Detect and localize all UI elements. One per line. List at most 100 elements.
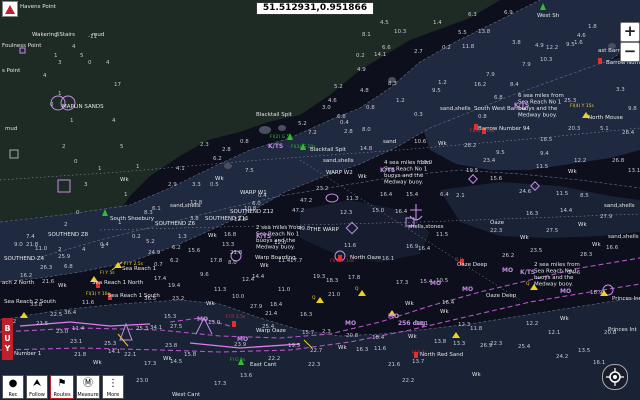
depth-sounding: 10.0 bbox=[232, 294, 245, 300]
depth-sounding: 12.2 bbox=[526, 321, 538, 327]
zoom-out-button[interactable]: − bbox=[620, 42, 640, 62]
place-label: Sea Reach 1 South bbox=[108, 293, 160, 299]
place-label: shells,stones bbox=[408, 224, 444, 230]
place-label: sand,shells bbox=[440, 106, 471, 112]
depth-sounding: 16.4 bbox=[380, 192, 393, 198]
depth-sounding: 6.8 bbox=[337, 114, 346, 120]
depth-sounding: 7.2 bbox=[308, 130, 317, 136]
depth-sounding: 1.6 bbox=[574, 40, 583, 46]
place-label: South Shoebury bbox=[110, 216, 155, 222]
depth-sounding: 11.6 bbox=[82, 300, 95, 306]
depth-sounding: 7.9 bbox=[486, 72, 495, 78]
routes-icon: ⚑ bbox=[57, 378, 67, 389]
routes-button[interactable]: ⚑ Routes bbox=[50, 375, 74, 399]
place-label: SOUTHEND Z8 bbox=[48, 232, 89, 238]
depth-sounding: 10.3 bbox=[394, 29, 407, 35]
depth-sounding: 4.5 bbox=[380, 20, 389, 26]
depth-sounding: 20.8 bbox=[346, 333, 359, 339]
depth-sounding: 4.6 bbox=[328, 98, 337, 104]
depth-sounding: 5 bbox=[80, 53, 84, 59]
depth-sounding: 13.3 bbox=[453, 341, 466, 347]
lane-label: MO bbox=[197, 316, 208, 323]
depth-sounding: 13.7 bbox=[412, 359, 425, 365]
measure-button[interactable]: Ⓜ Measure bbox=[76, 375, 100, 399]
place-label: Wk bbox=[405, 301, 414, 307]
measure-icon: Ⓜ bbox=[83, 378, 93, 389]
depth-sounding: 1 bbox=[124, 192, 128, 198]
depth-sounding: 15.0 bbox=[372, 208, 385, 214]
buy-charts-button[interactable]: B U Y bbox=[2, 318, 13, 360]
place-label: SOUTHEND Z11 bbox=[205, 216, 249, 222]
place-label: Wk bbox=[206, 301, 215, 307]
depth-sounding: 4.9 bbox=[357, 67, 366, 73]
depth-sounding: 3 bbox=[84, 182, 88, 188]
place-label: Wk bbox=[592, 242, 601, 248]
depth-sounding: 13.0 bbox=[208, 320, 221, 326]
depth-sounding: 22.2 bbox=[402, 378, 414, 384]
caution-note: Medway buoy. bbox=[384, 180, 423, 186]
depth-sounding: 1.2 bbox=[438, 80, 447, 86]
depth-sounding: 13.3 bbox=[222, 242, 235, 248]
depth-sounding: 5.2 bbox=[334, 84, 343, 90]
depth-sounding: 0.2 bbox=[442, 45, 451, 51]
depth-sounding: 0.4 bbox=[340, 120, 349, 126]
depth-sounding: 1 bbox=[136, 164, 140, 170]
depth-sounding: 11.0 bbox=[278, 287, 291, 293]
place-label: Warp Oaze bbox=[256, 328, 287, 334]
depth-sounding: 4.6 bbox=[577, 33, 586, 39]
depth-sounding: 6.8 bbox=[64, 264, 73, 270]
depth-sounding: 23.5 bbox=[530, 248, 543, 254]
depth-sounding: 16.4 bbox=[418, 246, 431, 252]
depth-sounding: 18.4 bbox=[372, 335, 385, 341]
follow-button[interactable]: ⮝ Follow bbox=[26, 375, 48, 399]
place-label: Warp Boarding bbox=[255, 255, 296, 261]
depth-sounding: 2.3 bbox=[322, 329, 331, 335]
depth-sounding: 16.6 bbox=[606, 245, 619, 251]
depth-sounding: 1.4 bbox=[433, 20, 442, 26]
depth-sounding: 19.5 bbox=[288, 343, 301, 349]
depth-sounding: 16.3 bbox=[356, 347, 369, 353]
lane-label: K/TS bbox=[514, 102, 529, 109]
depth-sounding: 27.5 bbox=[546, 228, 559, 234]
tool-label: More bbox=[106, 392, 120, 398]
depth-sounding: 17.8 bbox=[210, 258, 223, 264]
depth-sounding: 24.9 bbox=[148, 250, 161, 256]
caution-note: buoys and the bbox=[534, 275, 574, 281]
depth-sounding: 23.8 bbox=[165, 343, 178, 349]
place-label: Wk bbox=[120, 177, 129, 183]
caution-note: Sea Reach No 1 bbox=[534, 269, 577, 275]
red-buoy-icon bbox=[598, 58, 602, 64]
depth-sounding: 6.4 bbox=[440, 192, 449, 198]
depth-sounding: 0 bbox=[74, 159, 78, 165]
place-label: Wk bbox=[520, 235, 529, 241]
lane-label: MO bbox=[388, 313, 399, 320]
light-characteristic: Fl R 2.5s bbox=[226, 314, 246, 320]
depth-sounding: 16.4 bbox=[395, 209, 408, 215]
depth-sounding: 6.1 bbox=[152, 206, 161, 212]
lane-label: MO bbox=[462, 286, 473, 293]
depth-sounding: 28.3 bbox=[580, 252, 593, 258]
depth-sounding: 28.4 bbox=[622, 130, 635, 136]
depth-sounding: 21.4 bbox=[265, 311, 278, 317]
follow-icon: ⮝ bbox=[32, 378, 42, 389]
depth-sounding: 24.6 bbox=[519, 189, 532, 195]
lane-label: 256 deg bbox=[398, 320, 425, 327]
more-button[interactable]: ⋮ More bbox=[102, 375, 124, 399]
locate-me-button[interactable] bbox=[602, 364, 628, 390]
depth-sounding: 26.2 bbox=[502, 253, 514, 259]
record-button[interactable]: ● Rec bbox=[2, 375, 24, 399]
zoom-in-button[interactable]: + bbox=[620, 22, 640, 42]
place-label: SOUTHEND Z12 bbox=[230, 209, 274, 215]
depth-sounding: 11.5 bbox=[556, 191, 569, 197]
place-label: Sea Reach 1 North bbox=[92, 280, 144, 286]
depth-sounding: 34.1 bbox=[150, 325, 162, 331]
depth-sounding: 0 bbox=[88, 60, 92, 66]
lane-label: MO bbox=[345, 320, 356, 327]
depth-sounding: 12.1 bbox=[548, 330, 560, 336]
depth-sounding: 25.9 bbox=[58, 254, 71, 260]
red-buoy-icon bbox=[232, 321, 236, 327]
depth-sounding: 22.3 bbox=[490, 228, 503, 234]
depth-sounding: 27.9 bbox=[600, 214, 613, 220]
place-label: THE WARP bbox=[309, 227, 339, 233]
nautical-chart[interactable]: -11541 50 43417101 45201 1311202 4 27.421.89.0… bbox=[0, 0, 640, 400]
